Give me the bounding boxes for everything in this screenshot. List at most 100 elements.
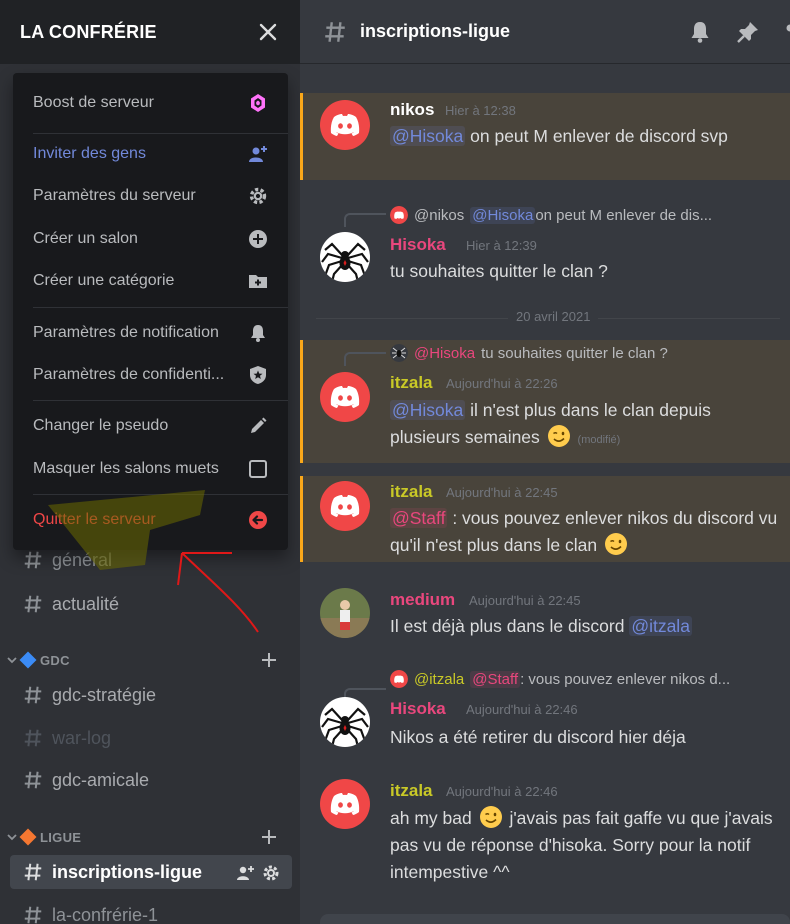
category-ligue[interactable]: LIGUE bbox=[6, 826, 294, 848]
gear-icon[interactable] bbox=[262, 864, 280, 882]
role-mention: @Staff bbox=[470, 670, 521, 688]
message-timestamp: Hier à 12:39 bbox=[466, 238, 537, 253]
avatar[interactable] bbox=[320, 232, 370, 282]
menu-item-privacy-settings[interactable]: Paramètres de confidenti... bbox=[23, 357, 278, 393]
gear-icon bbox=[249, 187, 267, 205]
avatar[interactable] bbox=[320, 779, 370, 829]
category-diamond-icon bbox=[19, 651, 37, 669]
message-timestamp: Aujourd'hui à 22:46 bbox=[466, 702, 578, 717]
discord-logo-icon bbox=[390, 206, 408, 224]
hash-icon bbox=[325, 21, 345, 42]
channel-actualite[interactable]: actualité bbox=[10, 587, 292, 621]
message-author[interactable]: medium bbox=[390, 590, 455, 610]
reply-text: on peut M enlever de dis... bbox=[535, 206, 713, 224]
invite-person-icon[interactable] bbox=[236, 864, 254, 882]
message-text: tu souhaites quitter le clan ? bbox=[390, 261, 608, 281]
avatar[interactable] bbox=[320, 100, 370, 150]
message-input[interactable] bbox=[320, 914, 790, 924]
reply-preview[interactable]: @Hisoka tu souhaites quitter le clan ? bbox=[390, 342, 668, 364]
plus-circle-icon bbox=[249, 230, 267, 248]
category-gdc[interactable]: GDC bbox=[6, 649, 294, 671]
channel-gdc-amicale[interactable]: gdc-amicale bbox=[10, 763, 292, 797]
server-context-menu: Boost de serveur Inviter des gens Paramè… bbox=[13, 73, 288, 550]
reply-preview[interactable]: @nikos @Hisoka on peut M enlever de dis.… bbox=[390, 204, 712, 226]
menu-item-boost[interactable]: Boost de serveur bbox=[23, 85, 278, 121]
message-author[interactable]: Hisoka bbox=[390, 235, 446, 255]
reply-connector bbox=[344, 213, 386, 227]
user-photo-icon bbox=[320, 588, 370, 638]
channel-inscriptions-ligue[interactable]: inscriptions-ligue bbox=[10, 855, 292, 889]
menu-item-create-category[interactable]: Créer une catégorie bbox=[23, 263, 278, 299]
menu-item-label: Paramètres du serveur bbox=[33, 187, 196, 204]
category-label: LIGUE bbox=[40, 829, 82, 845]
avatar[interactable] bbox=[320, 481, 370, 531]
avatar[interactable] bbox=[320, 372, 370, 422]
menu-item-label: Quitter le serveur bbox=[33, 511, 156, 528]
spider-icon bbox=[390, 344, 408, 362]
channel-war-log[interactable]: war-log bbox=[10, 721, 292, 755]
message-text: @Hisoka on peut M enlever de discord svp bbox=[390, 123, 780, 150]
add-person-icon bbox=[249, 146, 267, 162]
menu-item-label: Changer le pseudo bbox=[33, 417, 169, 434]
menu-item-label: Boost de serveur bbox=[33, 94, 154, 111]
server-header[interactable]: LA CONFRÉRIE bbox=[0, 0, 300, 64]
menu-item-notification-settings[interactable]: Paramètres de notification bbox=[23, 315, 278, 351]
create-channel-plus-icon[interactable] bbox=[260, 828, 278, 846]
user-mention[interactable]: @Hisoka bbox=[390, 126, 466, 146]
menu-item-label: Paramètres de confidenti... bbox=[33, 366, 225, 383]
message-body: ah my bad bbox=[390, 808, 477, 828]
avatar[interactable] bbox=[320, 697, 370, 747]
checkbox-icon[interactable] bbox=[248, 459, 268, 479]
message-author[interactable]: nikos bbox=[390, 100, 434, 120]
boost-icon bbox=[251, 94, 265, 112]
role-mention[interactable]: @Staff bbox=[390, 508, 448, 528]
menu-item-invite[interactable]: Inviter des gens bbox=[23, 136, 278, 172]
message-timestamp: Aujourd'hui à 22:46 bbox=[446, 784, 558, 799]
chevron-down-icon bbox=[7, 834, 17, 841]
avatar[interactable] bbox=[320, 588, 370, 638]
message-text: Il est déjà plus dans le discord @itzala bbox=[390, 613, 780, 640]
message-author[interactable]: Hisoka bbox=[390, 699, 446, 719]
members-icon[interactable] bbox=[782, 20, 790, 44]
discord-logo-icon bbox=[330, 793, 360, 815]
channel-title: inscriptions-ligue bbox=[360, 21, 511, 41]
leave-icon bbox=[249, 511, 267, 529]
reply-connector bbox=[344, 352, 386, 366]
hash-icon bbox=[24, 551, 42, 569]
message-author[interactable]: itzala bbox=[390, 373, 433, 393]
pin-icon[interactable] bbox=[736, 20, 760, 44]
create-channel-plus-icon[interactable] bbox=[260, 651, 278, 669]
menu-item-hide-muted[interactable]: Masquer les salons muets bbox=[23, 451, 278, 487]
discord-logo-icon bbox=[330, 495, 360, 517]
hash-icon bbox=[24, 863, 42, 881]
user-mention[interactable]: @Hisoka bbox=[390, 400, 466, 420]
menu-item-leave-server[interactable]: Quitter le serveur bbox=[23, 502, 278, 538]
menu-separator bbox=[33, 400, 288, 401]
channel-gdc-strategie[interactable]: gdc-stratégie bbox=[10, 678, 292, 712]
message-author[interactable]: itzala bbox=[390, 781, 433, 801]
reply-preview[interactable]: @itzala @Staff : vous pouvez enlever nik… bbox=[390, 668, 730, 690]
message-author[interactable]: itzala bbox=[390, 482, 433, 502]
channel-label: gdc-stratégie bbox=[52, 684, 157, 705]
menu-item-change-nickname[interactable]: Changer le pseudo bbox=[23, 408, 278, 444]
channel-header: inscriptions-ligue bbox=[300, 0, 790, 64]
discord-logo-icon bbox=[390, 670, 408, 688]
date-divider-label: 20 avril 2021 bbox=[508, 309, 599, 324]
menu-item-create-channel[interactable]: Créer un salon bbox=[23, 221, 278, 257]
message-text: ah my bad j'avais pas fait gaffe vu que … bbox=[390, 805, 780, 886]
folder-plus-icon bbox=[249, 275, 267, 288]
message-text: Nikos a été retirer du discord hier déja bbox=[390, 727, 686, 747]
wink-emoji-icon bbox=[604, 533, 627, 555]
bell-icon[interactable] bbox=[688, 20, 712, 44]
menu-item-server-settings[interactable]: Paramètres du serveur bbox=[23, 178, 278, 214]
message-text: @Staff : vous pouvez enlever nikos du di… bbox=[390, 505, 780, 559]
channel-label: la-confrérie-1 bbox=[52, 904, 159, 924]
chevron-down-icon bbox=[7, 657, 17, 664]
channel-label: war-log bbox=[52, 727, 112, 748]
close-icon[interactable] bbox=[256, 20, 280, 44]
menu-item-label: Créer une catégorie bbox=[33, 272, 175, 289]
user-mention[interactable]: @itzala bbox=[629, 616, 692, 636]
message-timestamp: Aujourd'hui à 22:26 bbox=[446, 376, 558, 391]
channel-la-confrerie-1[interactable]: la-confrérie-1 bbox=[10, 898, 292, 924]
category-diamond-icon bbox=[19, 828, 37, 846]
